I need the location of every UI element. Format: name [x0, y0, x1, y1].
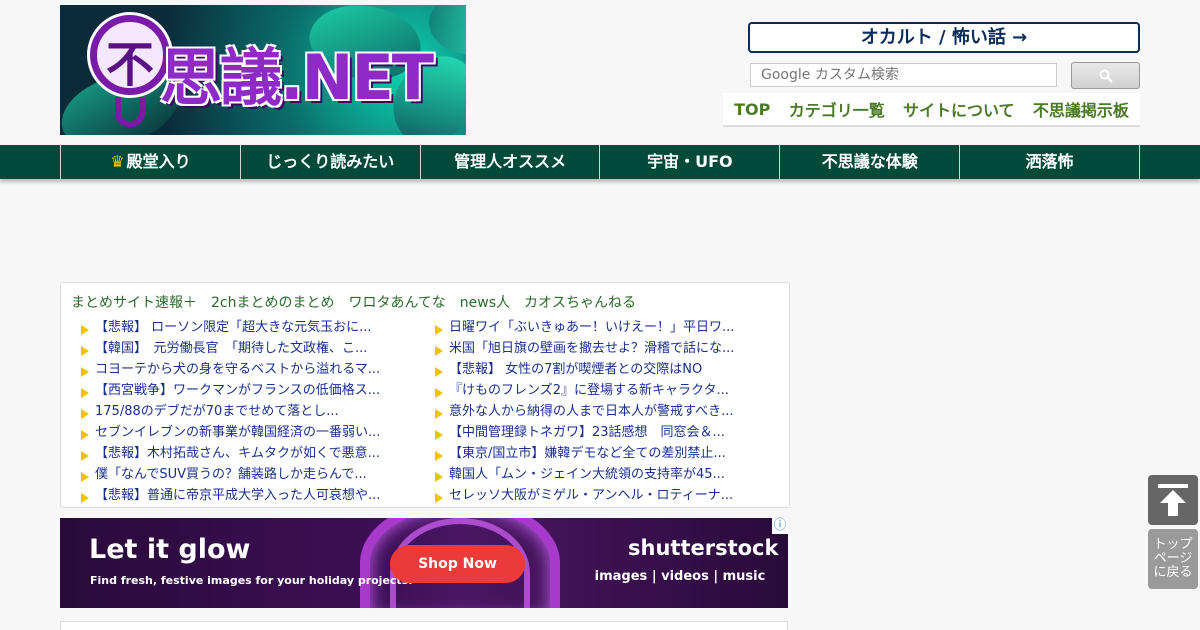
feed-item-title: 米国「旭日旗の壁画を撤去せよ？滑稽で話にな... [449, 341, 735, 356]
feed-item[interactable]: 日曜ワイ「ぶいきゅあー！いけえー！」平日ワ... [435, 317, 775, 338]
triangle-bullet-icon [435, 345, 443, 356]
triangle-bullet-icon [81, 450, 89, 461]
feed-item-title: 【西宮戦争】ワークマンがフランスの低価格ス... [95, 383, 381, 398]
triangle-bullet-icon [81, 471, 89, 482]
feed-item[interactable]: 意外な人から納得の人まで日本人が警戒すべき... [435, 401, 775, 422]
back-to-top-text: トップ ページ に戻る [1153, 537, 1193, 580]
feed-item-title: 【悲報】普通に帝京平成大学入った人可哀想や... [95, 488, 381, 503]
back-to-top-label[interactable]: トップ ページ に戻る [1148, 529, 1198, 589]
triangle-bullet-icon [81, 387, 89, 398]
feed-item[interactable]: 韓国人「ムン・ジェイン大統領の支持率が45... [435, 464, 775, 485]
feed-item[interactable]: 【西宮戦争】ワークマンがフランスの低価格ス... [81, 380, 421, 401]
feed-item[interactable]: 僕「なんでSUV買うの？舗装路しか走らんで... [81, 464, 421, 485]
feed-item[interactable]: セブンイレブンの新事業が韓国経済の一番弱い... [81, 422, 421, 443]
triangle-bullet-icon [81, 429, 89, 440]
triangle-bullet-icon [435, 450, 443, 461]
main-nav-strange-experience[interactable]: 不思議な体験 [780, 145, 961, 179]
triangle-bullet-icon [435, 492, 443, 503]
feed-item[interactable]: 【悲報】普通に帝京平成大学入った人可哀想や... [81, 485, 421, 506]
feed-item[interactable]: 【中間管理録トネガワ】23話感想 同窓会＆... [435, 422, 775, 443]
logo-text: 思議.NET [160, 41, 434, 114]
antenna-site-links: まとめサイト速報＋ 2chまとめのまとめ ワロタあんてな news人 カオスちゃ… [71, 292, 636, 312]
antenna-site-link[interactable]: 2chまとめのまとめ [211, 292, 334, 312]
main-nav: ♛ 殿堂入り じっくり読みたい 管理人オススメ 宇宙・UFO 不思議な体験 洒落怖 [0, 145, 1200, 179]
feed-item[interactable]: コヨーテから犬の身を守るベストから溢れるマ... [81, 359, 421, 380]
main-nav-space-ufo[interactable]: 宇宙・UFO [600, 145, 781, 179]
ad-tags: images | videos | music [594, 569, 766, 584]
feed-item[interactable]: セレッソ大阪がミゲル・アンヘル・ロティーナ... [435, 485, 775, 506]
feed-item-title: 『けものフレンズ2』に登場する新キャラクタ... [449, 383, 729, 398]
crown-icon: ♛ [110, 152, 125, 171]
antenna-feed-box: まとめサイト速報＋ 2chまとめのまとめ ワロタあんてな news人 カオスちゃ… [60, 282, 790, 508]
feed-column-right: 日曜ワイ「ぶいきゅあー！いけえー！」平日ワ... 米国「旭日旗の壁画を撤去せよ？… [435, 317, 775, 506]
feed-item-title: 意外な人から納得の人まで日本人が警戒すべき... [449, 404, 734, 419]
top-nav-bbs[interactable]: 不思議掲示板 [1033, 97, 1129, 121]
antenna-site-link[interactable]: まとめサイト速報＋ [71, 292, 197, 312]
feed-item-title: コヨーテから犬の身を守るベストから溢れるマ... [95, 362, 381, 377]
feed-item-title: 僕「なんでSUV買うの？舗装路しか走らんで... [95, 467, 367, 482]
main-nav-hall-of-fame[interactable]: ♛ 殿堂入り [61, 145, 241, 179]
feed-item[interactable]: 【悲報】木村拓哉さん、キムタクが如くで悪意... [81, 443, 421, 464]
feed-item[interactable]: 『けものフレンズ2』に登場する新キャラクタ... [435, 380, 775, 401]
feed-item-title: 175/88のデブだが70までせめて落とし... [95, 404, 339, 419]
occult-site-link[interactable]: オカルト / 怖い話 → [748, 22, 1140, 53]
feed-item[interactable]: 【悲報】 女性の7割が喫煙者との交際はNO [435, 359, 775, 380]
search-icon [1099, 69, 1113, 83]
main-nav-label: 殿堂入り [126, 152, 191, 171]
ad-subtext: Find fresh, festive images for your holi… [90, 574, 413, 587]
antenna-site-link[interactable]: news人 [460, 292, 510, 312]
main-nav-admin-picks[interactable]: 管理人オススメ [421, 145, 601, 179]
feed-item-title: 【東京/国立市】嫌韓デモなど全ての差別禁止... [449, 446, 726, 461]
search-button[interactable] [1071, 62, 1140, 89]
triangle-bullet-icon [81, 345, 89, 356]
triangle-bullet-icon [435, 366, 443, 377]
top-nav-about[interactable]: サイトについて [903, 97, 1015, 121]
triangle-bullet-icon [435, 324, 443, 335]
back-to-top-button[interactable] [1148, 475, 1198, 525]
triangle-bullet-icon [435, 471, 443, 482]
triangle-bullet-icon [81, 492, 89, 503]
ad-info-icon[interactable]: ⓘ [772, 518, 788, 534]
ad-brand-logo: shutterstock [628, 536, 779, 560]
antenna-site-link[interactable]: カオスちゃんねる [524, 292, 636, 312]
ad-banner[interactable]: Let it glow Find fresh, festive images f… [60, 518, 788, 608]
feed-item-title: 【悲報】 ローソン限定「超大きな元気玉おに... [95, 320, 372, 335]
ad-headline: Let it glow [89, 534, 251, 565]
triangle-bullet-icon [435, 429, 443, 440]
triangle-bullet-icon [81, 324, 89, 335]
feed-item[interactable]: 175/88のデブだが70までせめて落とし... [81, 401, 421, 422]
feed-item[interactable]: 【悲報】 ローソン限定「超大きな元気玉おに... [81, 317, 421, 338]
feed-item-title: 韓国人「ムン・ジェイン大統領の支持率が45... [449, 467, 725, 482]
main-nav-sharekowa[interactable]: 洒落怖 [960, 145, 1140, 179]
feed-item[interactable]: 【東京/国立市】嫌韓デモなど全ての差別禁止... [435, 443, 775, 464]
top-nav: TOP カテゴリ一覧 サイトについて 不思議掲示板 [723, 93, 1140, 127]
site-logo[interactable]: 不 思議.NET [60, 5, 466, 135]
feed-item-title: 【悲報】木村拓哉さん、キムタクが如くで悪意... [95, 446, 381, 461]
main-nav-read-slowly[interactable]: じっくり読みたい [241, 145, 421, 179]
feed-item[interactable]: 米国「旭日旗の壁画を撤去せよ？滑稽で話にな... [435, 338, 775, 359]
triangle-bullet-icon [81, 408, 89, 419]
feed-item-title: 【中間管理録トネガワ】23話感想 同窓会＆... [449, 425, 725, 440]
feed-column-left: 【悲報】 ローソン限定「超大きな元気玉おに... 【韓国】 元労働長官 「期待し… [81, 317, 421, 506]
feed-item-title: 【悲報】 女性の7割が喫煙者との交際はNO [449, 362, 703, 377]
top-nav-top[interactable]: TOP [734, 100, 770, 119]
triangle-bullet-icon [435, 408, 443, 419]
feed-item-title: セブンイレブンの新事業が韓国経済の一番弱い... [95, 425, 381, 440]
logo-emblem-char: 不 [105, 37, 154, 93]
logo-emblem-stand [115, 97, 145, 127]
feed-item-title: 【韓国】 元労働長官 「期待した文政権、こ... [95, 341, 368, 356]
triangle-bullet-icon [435, 387, 443, 398]
search-input[interactable] [750, 63, 1057, 87]
content-box [60, 621, 788, 630]
antenna-site-link[interactable]: ワロタあんてな [348, 292, 445, 312]
ad-shop-now-button[interactable]: Shop Now [390, 545, 525, 583]
feed-item[interactable]: 【韓国】 元労働長官 「期待した文政権、こ... [81, 338, 421, 359]
top-nav-categories[interactable]: カテゴリ一覧 [789, 97, 885, 121]
feed-item-title: セレッソ大阪がミゲル・アンヘル・ロティーナ... [449, 488, 734, 503]
feed-item-title: 日曜ワイ「ぶいきゅあー！いけえー！」平日ワ... [449, 320, 735, 335]
arrow-up-icon [1158, 484, 1188, 516]
triangle-bullet-icon [81, 366, 89, 377]
